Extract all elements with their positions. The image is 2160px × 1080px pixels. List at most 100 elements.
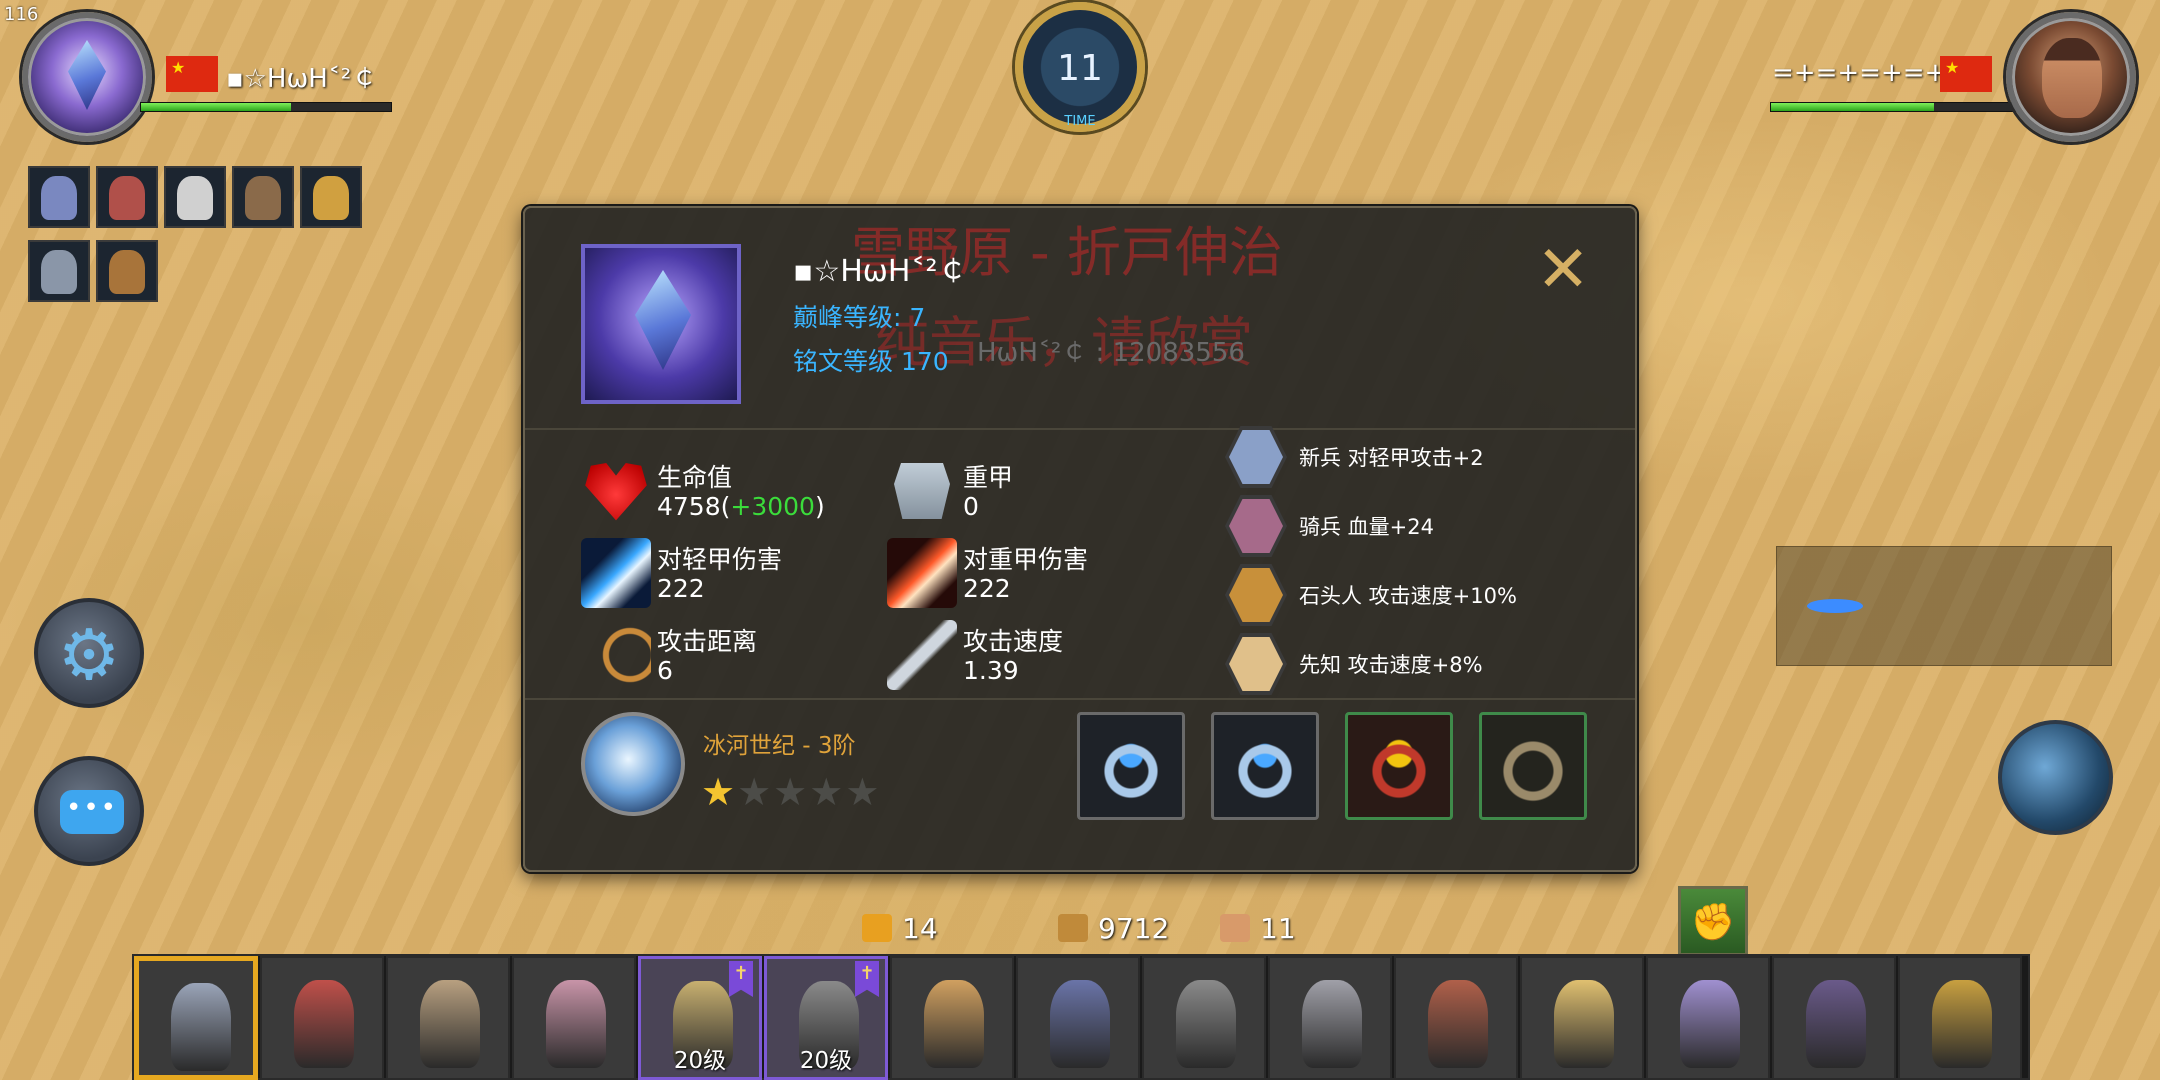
ring-gold-icon[interactable] <box>1479 712 1587 820</box>
stat-dagger: 攻击速度 1.39 <box>887 618 1177 692</box>
knight-icon <box>171 983 231 1071</box>
unit-card-paladin[interactable]: 20级 <box>638 956 762 1080</box>
round-timer: 11 TIME <box>1015 2 1145 132</box>
bow-icon <box>581 620 651 690</box>
mage-icon <box>1806 980 1866 1068</box>
china-flag-icon <box>1940 56 1992 92</box>
gold-cavalry-icon <box>1554 980 1614 1068</box>
stat-base-value: 4758( <box>657 492 731 521</box>
population-value: 11 <box>1260 912 1296 945</box>
heart-icon <box>585 463 647 521</box>
unit-level: 20级 <box>799 1048 853 1074</box>
ring-red-icon[interactable] <box>1345 712 1453 820</box>
roster-unit-stone-golem[interactable] <box>96 240 158 302</box>
stat-label: 攻击速度 <box>963 627 1064 656</box>
chat-button[interactable] <box>34 756 144 866</box>
buff-item: 新兵 对轻甲攻击+2 <box>1225 426 1585 490</box>
roster-unit-centaur-warrior[interactable] <box>232 166 294 228</box>
player1-name: ▪☆ΗωΗ˂²￠ <box>226 64 378 94</box>
unit-card-cavalry[interactable] <box>1268 956 1392 1080</box>
stat-value: 222 <box>963 574 1011 603</box>
unit-card-mage[interactable] <box>1772 956 1896 1080</box>
close-button[interactable]: ✕ <box>1535 238 1591 302</box>
unit-upgrade-button[interactable] <box>1678 886 1748 956</box>
pennant-icon <box>855 961 879 997</box>
unit-card-knight[interactable] <box>134 956 258 1080</box>
unit-card-samurai[interactable] <box>1898 956 2022 1080</box>
player1-avatar[interactable] <box>22 12 152 142</box>
warrior-woman-icon <box>1428 980 1488 1068</box>
roster-unit-skeleton[interactable] <box>164 166 226 228</box>
unit-card-crossbowman[interactable] <box>1016 956 1140 1080</box>
samurai-icon <box>1932 980 1992 1068</box>
dark-knight-icon <box>1176 980 1236 1068</box>
player-id: ΗωΗ˂²￠ : 12083556 <box>977 338 1245 368</box>
roster-unit-shield-knight[interactable] <box>28 240 90 302</box>
player2-avatar[interactable] <box>2006 12 2136 142</box>
red-slash-icon <box>887 538 957 608</box>
unit-card-mummy[interactable] <box>512 956 636 1080</box>
unit-card-assassin[interactable]: 20级 <box>764 956 888 1080</box>
roster-unit-lion-beast[interactable] <box>300 166 362 228</box>
settings-button[interactable]: ⚙ <box>34 598 144 708</box>
player-info-dialog: 雪野原 - 折戸伸治 纯音乐，请欣赏 ▪☆ΗωΗ˂²￠ 巅峰等级: 7 铭文等级… <box>523 206 1637 872</box>
star-icon: ★ <box>845 770 882 814</box>
buff-item: 先知 攻击速度+8% <box>1225 633 1585 697</box>
ring-blue-icon[interactable] <box>1077 712 1185 820</box>
unit-card-catfolk[interactable] <box>890 956 1014 1080</box>
star-icon: ★ <box>701 770 738 814</box>
chat-bubble-icon <box>60 790 124 834</box>
stat-label: 生命值 <box>657 463 733 492</box>
unit-portrait-icon <box>1225 495 1287 557</box>
stat-base-value: 1.39 <box>963 656 1019 685</box>
roster-unit-knight-crossbow[interactable] <box>28 166 90 228</box>
peak-level: 巅峰等级: 7 <box>793 303 926 332</box>
stone-golem-icon <box>109 250 145 294</box>
face-icon <box>2042 38 2102 118</box>
crossbowman-icon <box>1050 980 1110 1068</box>
player1-hp-fill <box>141 103 291 111</box>
minimap[interactable] <box>1776 546 2112 666</box>
hero-icon[interactable] <box>581 712 685 816</box>
gold-value: 14 <box>902 912 938 945</box>
stat-base-value: 0 <box>963 492 979 521</box>
rune-level: 铭文等级 170 <box>793 347 949 376</box>
stat-value: 222 <box>657 574 705 603</box>
stat-heart: 生命值 4758(+3000) <box>581 454 871 528</box>
unit-portrait-icon <box>1225 633 1287 695</box>
stat-value: 6 <box>657 656 673 685</box>
unit-card-bar: 20级 20级 <box>132 954 2030 1080</box>
crystal-icon <box>68 40 106 110</box>
hero-skill-button[interactable] <box>1998 720 2113 835</box>
ring-blue-icon[interactable] <box>1211 712 1319 820</box>
unit-card-warrior-woman[interactable] <box>1394 956 1518 1080</box>
gear-icon: ⚙ <box>57 614 121 696</box>
unit-card-gold-cavalry[interactable] <box>1520 956 1644 1080</box>
stat-label: 重甲 <box>963 463 1014 492</box>
stat-bonus-value: +3000 <box>730 492 815 521</box>
buff-item: 石头人 攻击速度+10% <box>1225 564 1585 628</box>
stat-suffix: ) <box>814 492 825 521</box>
unit-card-dark-knight[interactable] <box>1142 956 1266 1080</box>
player1-hp-bar <box>140 102 392 112</box>
stat-red-slash: 对重甲伤害 222 <box>887 536 1177 610</box>
china-flag-icon <box>166 56 218 92</box>
stat-armor: 重甲 0 <box>887 454 1177 528</box>
wood-counter: 9712 <box>1058 912 1169 945</box>
stat-base-value: 6 <box>657 656 673 685</box>
red-rogue-icon <box>109 176 145 220</box>
skeleton-icon <box>177 176 213 220</box>
unit-card-swordsman[interactable] <box>386 956 510 1080</box>
star-icon: ★ <box>809 770 846 814</box>
roster-unit-red-rogue[interactable] <box>96 166 158 228</box>
dagger-icon <box>887 620 957 690</box>
prophet-icon <box>1680 980 1740 1068</box>
unit-card-prophet[interactable] <box>1646 956 1770 1080</box>
unit-card-red-warrior[interactable] <box>260 956 384 1080</box>
stat-value: 0 <box>963 492 979 521</box>
population-counter: 11 <box>1220 912 1296 945</box>
buff-text: 骑兵 血量+24 <box>1299 515 1434 539</box>
unit-portrait-icon <box>1225 564 1287 626</box>
gold-counter: 14 <box>862 912 938 945</box>
stat-label: 对轻甲伤害 <box>657 545 783 574</box>
